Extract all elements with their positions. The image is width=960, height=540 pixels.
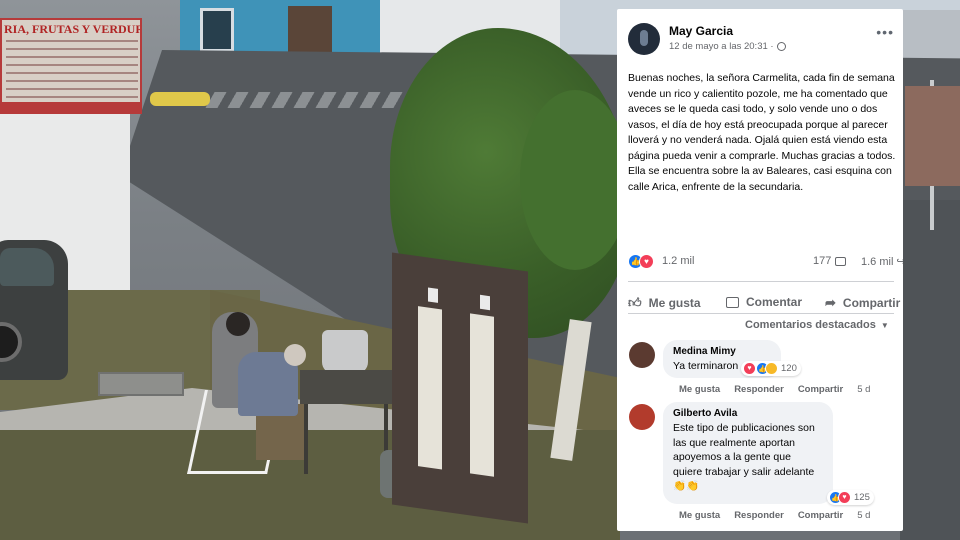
comment-time[interactable]: 5 d (857, 510, 870, 521)
table-leg (304, 404, 308, 474)
comment-share-link[interactable]: Compartir (798, 510, 843, 521)
commenter-name[interactable]: Gilberto Avila (673, 408, 823, 419)
post-actions: 👍︎ Me gusta Comentar ➦ Compartir (617, 285, 903, 321)
reaction-icons[interactable]: 👍 ♥ (628, 254, 654, 269)
love-reaction-icon: ♥ (838, 491, 851, 504)
love-reaction-icon: ♥ (639, 254, 654, 269)
comment-actions: Me gusta Responder Compartir 5 d (679, 384, 870, 395)
share-arrow-icon: ➦ (825, 295, 836, 310)
facebook-post-card: May Garcia 12 de mayo a las 20:31 · ••• … (617, 9, 903, 531)
parked-car (0, 240, 68, 380)
person-head (284, 344, 306, 366)
comment-icon (726, 296, 739, 308)
crosswalk (205, 92, 415, 108)
post-header: May Garcia 12 de mayo a las 20:31 · ••• (628, 21, 894, 57)
comment-text: Este tipo de publicaciones son las que r… (673, 422, 815, 492)
comment-like-link[interactable]: Me gusta (679, 510, 720, 521)
car-window (0, 248, 54, 286)
comment-actions: Me gusta Responder Compartir 5 d (679, 510, 870, 521)
share-icon: ↪ (896, 256, 903, 268)
gate-opening (418, 306, 442, 470)
brick-wall (905, 86, 960, 186)
post-meta: 12 de mayo a las 20:31 · (669, 41, 786, 52)
post-text: Buenas noches, la señora Carmelita, cada… (628, 72, 896, 193)
gate-plate (428, 287, 438, 303)
comment-reactions[interactable]: ♥ 👍 120 (741, 361, 801, 376)
street-right (900, 200, 960, 540)
author-avatar[interactable] (628, 23, 660, 55)
commenter-avatar[interactable] (629, 342, 655, 368)
divider (628, 313, 894, 314)
person-head (226, 312, 250, 336)
divider (628, 281, 894, 282)
comment-icon (835, 256, 847, 266)
love-reaction-icon: ♥ (743, 362, 756, 375)
comment-reaction-count: 120 (781, 363, 797, 374)
comment-button-label: Comentar (746, 295, 803, 309)
thumbs-up-icon: 👍︎ (628, 295, 642, 310)
street-stand-table (300, 370, 392, 404)
tree-crown (520, 90, 630, 270)
reactions-count[interactable]: 1.2 mil (662, 255, 694, 267)
store-banner: RIA, FRUTAS Y VERDURAS (0, 18, 142, 114)
share-button-label: Compartir (842, 296, 901, 310)
more-options-icon[interactable]: ••• (876, 25, 894, 39)
shares-count: 1.6 mil (861, 255, 894, 268)
commenter-avatar[interactable] (629, 404, 655, 430)
shares-count-link[interactable]: 1.6 mil ↪ (861, 255, 903, 269)
comment-filter-dropdown[interactable]: Comentarios destacados ▼ (745, 319, 889, 331)
comment-time[interactable]: 5 d (857, 384, 870, 395)
banner-title: RIA, FRUTAS Y VERDURAS (4, 22, 140, 36)
comment-filter-label: Comentarios destacados (745, 319, 876, 331)
like-button[interactable]: 👍︎ Me gusta (628, 295, 701, 311)
comment-reply-link[interactable]: Responder (734, 384, 784, 395)
gate-plate (480, 294, 490, 311)
comments-count: 177 (813, 255, 832, 267)
comment-reply-link[interactable]: Responder (734, 510, 784, 521)
yellow-curb (150, 92, 210, 106)
like-button-label: Me gusta (648, 296, 701, 310)
pozole-pot (322, 330, 368, 374)
comment-button[interactable]: Comentar (726, 295, 802, 309)
comment-bubble: Gilberto Avila Este tipo de publicacione… (663, 402, 833, 504)
post-date[interactable]: 12 de mayo a las 20:31 · (669, 41, 774, 52)
gate-frame (392, 252, 528, 524)
banner-text-lines (6, 40, 138, 100)
car-wheel (0, 322, 22, 362)
gate-opening (470, 313, 494, 477)
comments-count-link[interactable]: 177 (813, 255, 847, 267)
comment-share-link[interactable]: Compartir (798, 384, 843, 395)
building-window (200, 8, 234, 52)
comment-like-link[interactable]: Me gusta (679, 384, 720, 395)
author-name[interactable]: May Garcia (669, 24, 733, 38)
comment-item: Medina Mimy Ya terminaron ♥ 👍 120 Me gus… (627, 340, 897, 402)
banner-strip (2, 102, 140, 112)
reactions-summary: 👍 ♥ 1.2 mil 177 1.6 mil ↪ (628, 253, 903, 271)
haha-reaction-icon (765, 362, 778, 375)
share-button[interactable]: ➦ Compartir (825, 295, 900, 311)
utility-cover (98, 372, 184, 396)
comment-reactions[interactable]: 👍 ♥ 125 (827, 490, 874, 505)
comment-item: Gilberto Avila Este tipo de publicacione… (627, 402, 897, 527)
commenter-name[interactable]: Medina Mimy (673, 346, 771, 357)
chevron-down-icon: ▼ (880, 320, 889, 330)
globe-icon (776, 42, 786, 51)
comment-reaction-count: 125 (854, 492, 870, 503)
